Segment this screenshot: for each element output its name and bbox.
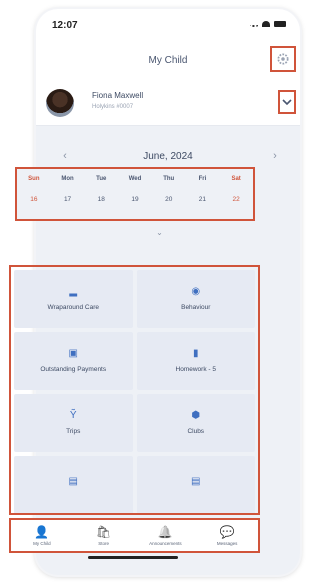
- homework-icon: ▮: [192, 348, 199, 359]
- wifi-icon: [262, 21, 270, 27]
- day-date[interactable]: 21: [186, 196, 220, 203]
- feature-tile[interactable]: ▤: [14, 456, 133, 513]
- feature-tiles: ▂ Wraparound Care ◉ Behaviour ▣ Outstanding P…: [9, 265, 260, 515]
- tab-label: Announcements: [149, 540, 182, 546]
- day-date[interactable]: 16: [17, 196, 51, 203]
- day-date[interactable]: 20: [152, 196, 186, 203]
- day-name: Mon: [61, 176, 74, 182]
- battery-icon: [274, 21, 286, 27]
- feature-tile[interactable]: ▮ Homework - 5: [136, 332, 255, 390]
- feature-tile-label: Wraparound Care: [47, 304, 100, 311]
- child-name: Fiona Maxwell: [92, 91, 144, 100]
- bell-icon: 🔔: [157, 524, 173, 539]
- day-name: Fri: [198, 176, 207, 182]
- tab-my-child[interactable]: 👤 My Child: [11, 520, 73, 551]
- feature-tile-label: Outstanding Payments: [40, 366, 107, 373]
- status-time: 12:07: [52, 20, 78, 31]
- day-name: Sat: [231, 176, 241, 182]
- child-profile[interactable]: Fiona Maxwell Holykins #0007: [36, 81, 300, 126]
- day-name: Sun: [28, 176, 40, 182]
- status-bar: 12:07: [36, 9, 300, 43]
- signal-icon: [250, 22, 258, 27]
- tab-label: Messages: [216, 540, 238, 546]
- feature-tile[interactable]: Ỹ Trips: [14, 394, 133, 452]
- behaviour-icon: ◉: [191, 286, 201, 297]
- person-icon: 👤: [34, 524, 50, 539]
- day-date[interactable]: 17: [51, 196, 85, 203]
- month-label: June, 2024: [143, 151, 193, 162]
- feature-tile[interactable]: ▣ Outstanding Payments: [14, 332, 133, 390]
- tab-store[interactable]: 🛍 Store: [73, 520, 135, 551]
- day-date[interactable]: 22: [219, 196, 253, 203]
- home-indicator: [88, 556, 178, 559]
- feature-tile[interactable]: ⬢ Clubs: [136, 394, 255, 452]
- page-title: My Child: [148, 55, 188, 66]
- tab-label: My Child: [33, 540, 51, 546]
- day-date[interactable]: 19: [118, 196, 152, 203]
- shopping-bag-icon: 🛍: [96, 524, 112, 539]
- settings-button[interactable]: [270, 46, 296, 72]
- bottom-tab-bar: 👤 My Child 🛍 Store 🔔 Announcements 💬 Messages: [9, 518, 260, 553]
- payments-icon: ▣: [68, 348, 78, 359]
- feature-tile[interactable]: ▂ Wraparound Care: [14, 270, 133, 328]
- day-name: Wed: [128, 176, 142, 182]
- feature-tile-label: Homework - 5: [175, 366, 216, 373]
- day-name: Thu: [163, 176, 175, 182]
- more-item-icon: ▤: [191, 475, 201, 487]
- feature-tile[interactable]: ◉ Behaviour: [136, 270, 255, 328]
- app-header: My Child: [36, 43, 300, 82]
- chevron-down-icon: [282, 99, 292, 106]
- clubs-icon: ⬢: [191, 410, 201, 421]
- tab-label: Store: [98, 540, 109, 546]
- trips-icon: Ỹ: [69, 410, 77, 421]
- tab-messages[interactable]: 💬 Messages: [196, 520, 258, 551]
- wraparound-icon: ▂: [69, 286, 78, 297]
- week-strip: Sun Mon Tue Wed Thu Fri Sat 16 17 18 19 20 21 22: [15, 167, 255, 221]
- day-name: Tue: [96, 176, 107, 182]
- child-switcher-button[interactable]: [278, 90, 296, 114]
- feature-tile[interactable]: ▤: [136, 456, 255, 513]
- chevron-right-icon[interactable]: ›: [268, 150, 282, 162]
- status-icons: [250, 21, 286, 27]
- feature-tile-label: Behaviour: [181, 304, 211, 311]
- feature-tile-label: Trips: [66, 428, 81, 435]
- gear-icon: [277, 53, 289, 65]
- day-date[interactable]: 18: [84, 196, 118, 203]
- month-navigator: ‹ June, 2024 ›: [36, 149, 300, 165]
- feature-tile-label: Clubs: [187, 428, 205, 435]
- avatar: [46, 89, 74, 117]
- calendar-expand-chevron-icon[interactable]: ⌄: [0, 228, 319, 237]
- chat-bubble-icon: 💬: [219, 524, 235, 539]
- more-item-icon: ▤: [68, 475, 78, 487]
- tab-announcements[interactable]: 🔔 Announcements: [135, 520, 197, 551]
- child-subtitle: Holykins #0007: [92, 104, 134, 110]
